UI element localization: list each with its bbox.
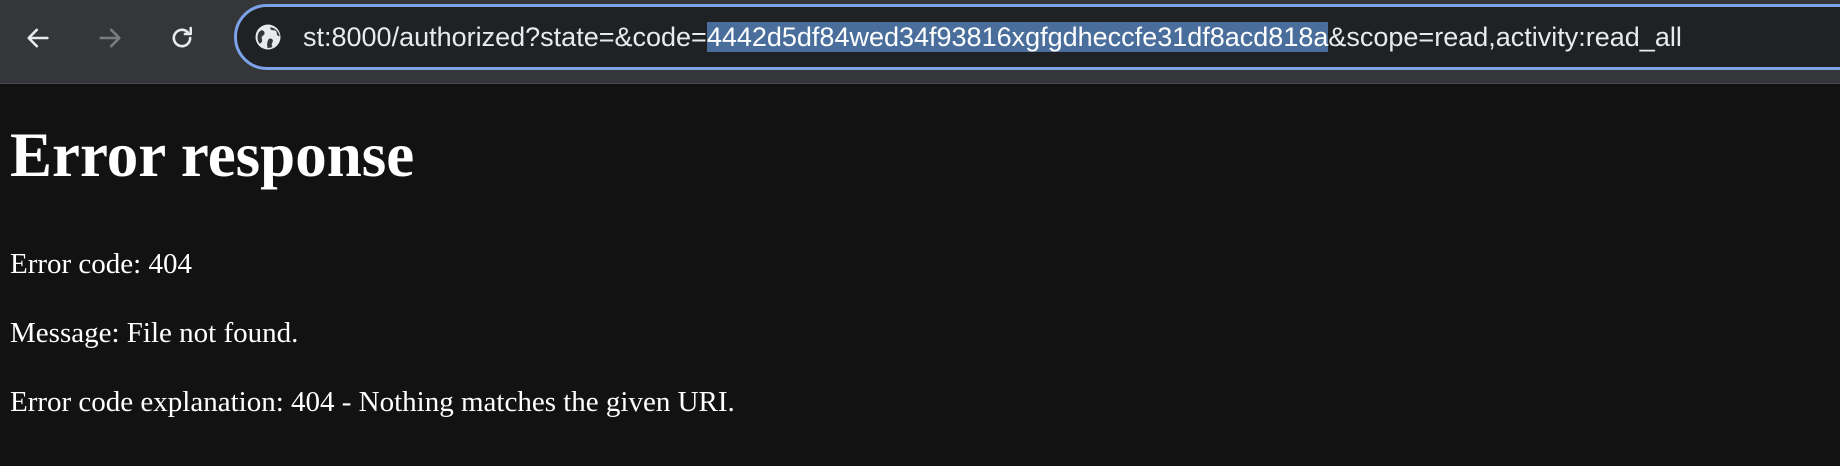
page-content: Error response Error code: 404 Message: … [0, 84, 1840, 466]
arrow-left-icon [27, 28, 49, 48]
address-bar[interactable]: st:8000/authorized?state=&code=4442d5df8… [234, 4, 1840, 70]
reload-button[interactable] [162, 18, 202, 58]
forward-button[interactable] [90, 18, 130, 58]
url-selected-code: 4442d5df84wed34f93816xgfgdheccfe31df8acd… [706, 22, 1329, 52]
url-text[interactable]: st:8000/authorized?state=&code=4442d5df8… [303, 7, 1682, 67]
error-code-text: Error code: 404 [10, 248, 192, 280]
url-prefix: st:8000/authorized?state=&code= [303, 22, 707, 52]
back-button[interactable] [18, 18, 58, 58]
error-message-text: Message: File not found. [10, 317, 299, 349]
page-title: Error response [10, 120, 415, 190]
error-explanation-text: Error code explanation: 404 - Nothing ma… [10, 386, 735, 418]
globe-icon[interactable] [253, 22, 283, 52]
url-suffix: &scope=read,activity:read_all [1328, 22, 1682, 52]
reload-icon [172, 26, 193, 48]
browser-toolbar: st:8000/authorized?state=&code=4442d5df8… [0, 0, 1840, 84]
arrow-right-icon [99, 28, 121, 48]
